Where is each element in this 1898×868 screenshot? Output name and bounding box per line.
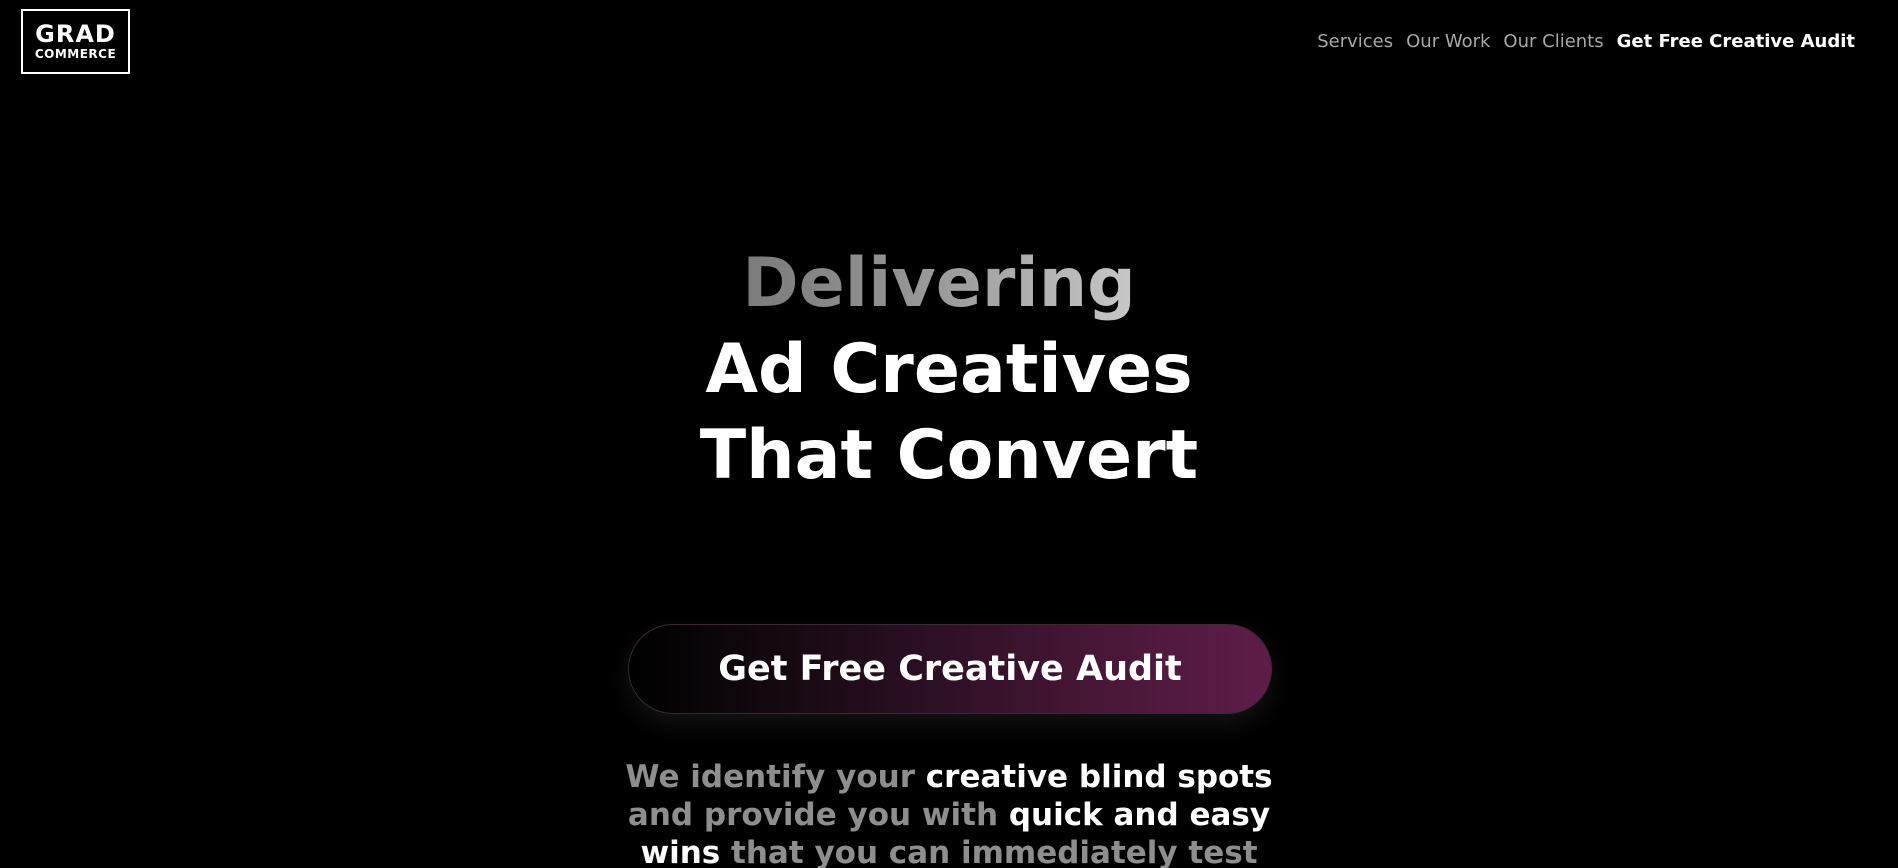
subtext-line-1: We identify your creative blind spots <box>0 758 1898 796</box>
subtext-line-2-strong: quick and easy <box>1008 797 1271 833</box>
logo-wordmark-bottom: COMMERCE <box>34 47 117 61</box>
subtext-line-2: and provide you with quick and easy <box>0 796 1898 834</box>
grad-commerce-logo[interactable]: GRAD COMMERCE <box>21 9 130 74</box>
nav-link-get-free-creative-audit[interactable]: Get Free Creative Audit <box>1617 31 1855 52</box>
subtext-line-3-muted: that you can immediately test <box>720 835 1258 868</box>
subtext-line-1-strong: creative blind spots <box>925 759 1273 795</box>
subtext-line-2-muted: and provide you with <box>627 797 1009 833</box>
main-nav: Services Our Work Our Clients Get Free C… <box>1317 31 1855 52</box>
nav-link-our-work[interactable]: Our Work <box>1406 31 1490 52</box>
subtext-line-1-muted: We identify your <box>625 759 926 795</box>
hero-subtext: We identify your creative blind spots an… <box>0 758 1898 868</box>
subtext-line-3: wins that you can immediately test <box>0 834 1898 868</box>
headline-line-ad-creatives: Ad Creatives <box>705 330 1193 409</box>
subtext-line-3-strong: wins <box>640 835 721 868</box>
get-free-creative-audit-button[interactable]: Get Free Creative Audit <box>628 624 1272 714</box>
headline-line-that-convert: That Convert <box>699 416 1199 495</box>
nav-link-our-clients[interactable]: Our Clients <box>1503 31 1603 52</box>
nav-link-services[interactable]: Services <box>1317 31 1393 52</box>
headline-line-delivering: Delivering <box>742 244 1136 323</box>
logo-wordmark-top: GRAD <box>35 20 116 48</box>
cta-button-label: Get Free Creative Audit <box>718 649 1182 689</box>
